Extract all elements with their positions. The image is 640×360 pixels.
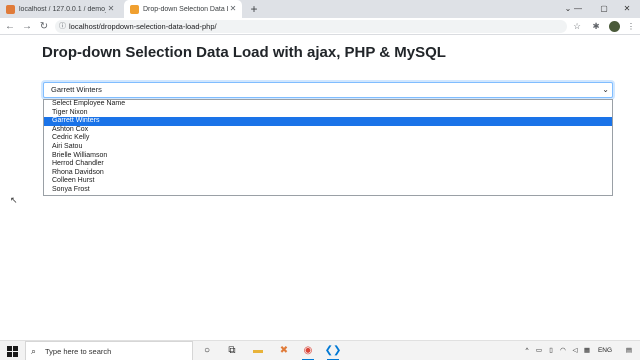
tab-title: Drop-down Selection Data Load	[143, 5, 228, 13]
option-ashton-cox[interactable]: Ashton Cox	[44, 126, 612, 135]
option-cedric-kelly[interactable]: Cedric Kelly	[44, 134, 612, 143]
browser-toolbar: ← → ↻ ⓘ localhost/dropdown-selection-dat…	[0, 18, 640, 35]
info-icon[interactable]: ⓘ	[59, 20, 66, 33]
xampp-icon[interactable]: ✖	[275, 342, 293, 360]
notifications-icon[interactable]: ▤	[622, 341, 636, 360]
option-airi-satou[interactable]: Airi Satou	[44, 143, 612, 152]
option-colleen-hurst[interactable]: Colleen Hurst	[44, 177, 612, 186]
battery-icon[interactable]: ▯	[546, 341, 556, 360]
option-herrod-chandler[interactable]: Herrod Chandler	[44, 160, 612, 169]
option-brielle-williamson[interactable]: Brielle Williamson	[44, 152, 612, 161]
chevron-down-icon: ⌄	[602, 85, 609, 94]
page-favicon-icon	[130, 4, 139, 14]
minimize-icon[interactable]: —	[565, 0, 591, 18]
new-tab-icon[interactable]: +	[247, 2, 261, 16]
employee-select[interactable]: Garrett Winters ⌄	[43, 82, 613, 98]
option-sonya-frost[interactable]: Sonya Frost	[44, 186, 612, 195]
cortana-icon[interactable]: ○	[198, 342, 216, 360]
bookmark-star-icon[interactable]: ☆	[570, 18, 584, 35]
reload-icon[interactable]: ↻	[37, 18, 51, 35]
chrome-icon[interactable]: ◉	[299, 342, 317, 360]
profile-avatar[interactable]	[609, 21, 620, 32]
taskbar: ⌕ Type here to search ○ ⧉ ▬ ✖ ◉ ❮❯ ^ ▭ ▯…	[0, 340, 640, 360]
windows-start-icon[interactable]	[2, 341, 22, 360]
page-title: Drop-down Selection Data Load with ajax,…	[42, 44, 446, 61]
menu-icon[interactable]: ⋮	[624, 18, 638, 35]
language-indicator[interactable]: ENG	[596, 341, 614, 360]
keyboard-icon[interactable]: ▦	[582, 341, 592, 360]
option-garrett-winters[interactable]: Garrett Winters	[44, 117, 612, 126]
search-icon: ⌕	[31, 346, 37, 356]
tab-dropdown-demo[interactable]: Drop-down Selection Data Load ✕	[124, 0, 242, 18]
forward-icon[interactable]: →	[20, 18, 34, 35]
option-rhona-davidson[interactable]: Rhona Davidson	[44, 169, 612, 178]
address-text: localhost/dropdown-selection-data-load-p…	[69, 22, 217, 31]
close-tab-icon[interactable]: ✕	[228, 4, 238, 14]
select-value: Garrett Winters	[51, 85, 102, 94]
task-view-icon[interactable]: ⧉	[223, 342, 241, 360]
close-tab-icon[interactable]: ✕	[106, 4, 116, 14]
employee-dropdown-list: Select Employee Name Tiger Nixon Garrett…	[43, 99, 613, 196]
option-tiger-nixon[interactable]: Tiger Nixon	[44, 109, 612, 118]
back-icon[interactable]: ←	[3, 18, 17, 35]
mouse-cursor-icon: ↖	[10, 195, 18, 205]
window-close-icon[interactable]: ✕	[614, 0, 640, 18]
network-icon[interactable]: ▭	[534, 341, 544, 360]
phpmyadmin-favicon-icon	[6, 4, 15, 14]
taskbar-search-input[interactable]: ⌕ Type here to search	[25, 341, 193, 360]
option-placeholder[interactable]: Select Employee Name	[44, 100, 612, 109]
search-placeholder: Type here to search	[45, 347, 112, 356]
vscode-icon[interactable]: ❮❯	[324, 342, 342, 360]
tray-chevron-up-icon[interactable]: ^	[522, 341, 532, 360]
tab-phpmyadmin[interactable]: localhost / 127.0.0.1 / demo_db | ✕	[0, 0, 120, 18]
tab-title: localhost / 127.0.0.1 / demo_db |	[19, 5, 106, 13]
tab-strip: localhost / 127.0.0.1 / demo_db | ✕ Drop…	[0, 0, 640, 18]
address-bar[interactable]: ⓘ localhost/dropdown-selection-data-load…	[55, 20, 567, 33]
volume-icon[interactable]: ◁	[570, 341, 580, 360]
file-explorer-icon[interactable]: ▬	[249, 342, 267, 360]
extensions-icon[interactable]: ✱	[589, 18, 603, 35]
wifi-icon[interactable]: ◠	[558, 341, 568, 360]
